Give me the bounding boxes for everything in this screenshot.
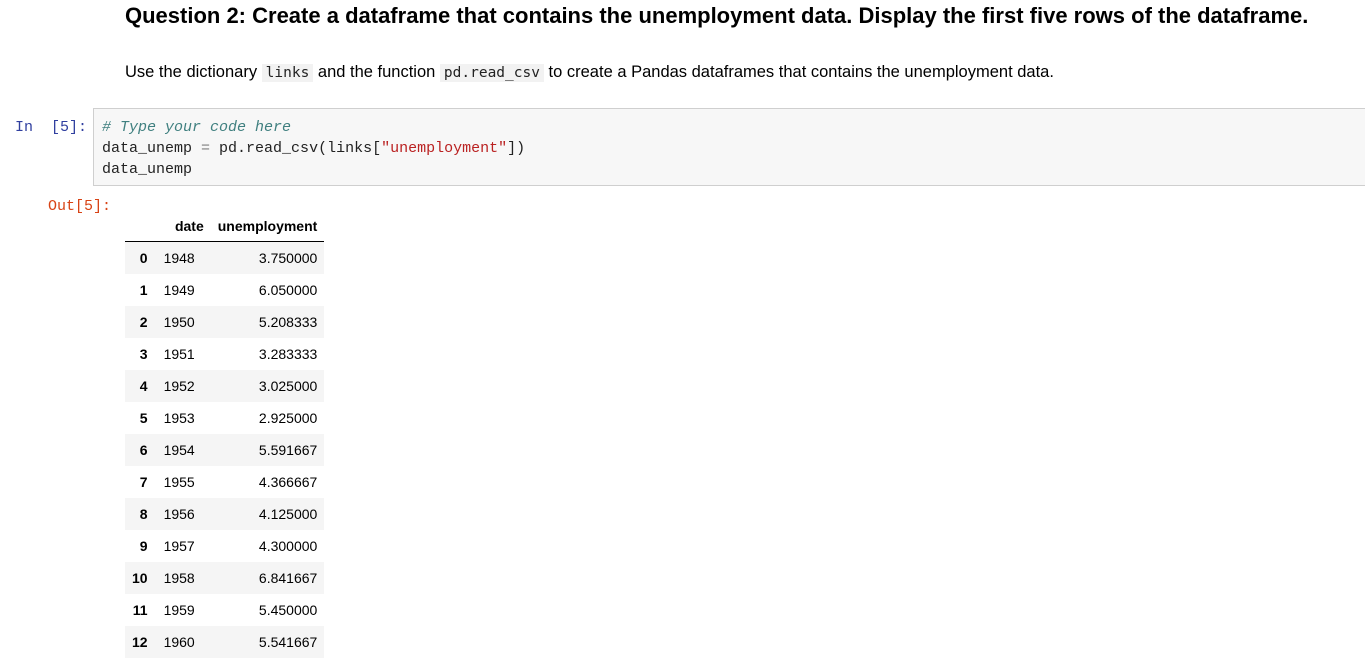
header-unemployment: unemployment — [210, 210, 325, 242]
cell-date: 1952 — [163, 378, 195, 394]
header-index — [125, 210, 156, 242]
code-var: data_unemp — [102, 140, 202, 157]
row-index: 2 — [139, 314, 148, 330]
table-header-row: date unemployment — [125, 210, 325, 242]
cell-date: 1948 — [163, 250, 195, 266]
table-row: 4 1952 3.025000 — [125, 370, 325, 402]
row-index: 9 — [139, 538, 148, 554]
cell-unemployment: 5.450000 — [258, 602, 318, 618]
code-line-3: data_unemp — [102, 161, 193, 178]
row-index: 6 — [139, 442, 148, 458]
cell-unemployment: 4.300000 — [258, 538, 318, 554]
cell-unemployment: 2.925000 — [258, 410, 318, 426]
cell-unemployment: 3.750000 — [258, 250, 318, 266]
cell-date: 1955 — [163, 474, 195, 490]
table-row: 10 1958 6.841667 — [125, 562, 325, 594]
table-row: 0 1948 3.750000 — [125, 241, 325, 274]
cell-unemployment: 3.025000 — [258, 378, 318, 394]
table-row: 8 1956 4.125000 — [125, 498, 325, 530]
row-index: 0 — [139, 250, 148, 266]
cell-unemployment: 5.591667 — [258, 442, 318, 458]
cell-date: 1954 — [163, 442, 195, 458]
notebook-page: Question 2: Create a dataframe that cont… — [0, 0, 1365, 664]
input-prompt: In [5]: — [15, 119, 88, 136]
inline-code-read-csv: pd.read_csv — [439, 64, 544, 82]
cell-date: 1957 — [163, 538, 195, 554]
output-prompt: Out[5]: — [48, 198, 112, 215]
code-operator: = — [201, 140, 211, 157]
cell-unemployment: 5.541667 — [258, 634, 318, 650]
instruction-text-3: to create a Pandas dataframes that conta… — [543, 63, 1054, 81]
cell-date: 1959 — [163, 602, 195, 618]
row-index: 11 — [132, 602, 148, 618]
row-index: 12 — [132, 634, 148, 650]
code-comment: # Type your code here — [102, 119, 292, 136]
cell-date: 1958 — [163, 570, 195, 586]
table-row: 7 1955 4.366667 — [125, 466, 325, 498]
cell-unemployment: 6.841667 — [258, 570, 318, 586]
table-row: 9 1957 4.300000 — [125, 530, 325, 562]
row-index: 8 — [139, 506, 148, 522]
cell-unemployment: 5.208333 — [258, 314, 318, 330]
cell-unemployment: 6.050000 — [258, 282, 318, 298]
cell-date: 1956 — [163, 506, 195, 522]
inline-code-links: links — [261, 64, 314, 82]
code-string: "unemployment" — [381, 140, 508, 157]
instruction-text-1: Use the dictionary — [125, 63, 262, 81]
code-call-end: ]) — [507, 140, 526, 157]
cell-date: 1949 — [163, 282, 195, 298]
row-index: 1 — [139, 282, 148, 298]
table-row: 1 1949 6.050000 — [125, 274, 325, 306]
header-date: date — [155, 210, 211, 242]
cell-unemployment: 4.366667 — [258, 474, 318, 490]
cell-date: 1953 — [163, 410, 195, 426]
code-lines[interactable]: # Type your code here data_unemp = pd.re… — [102, 117, 525, 180]
row-index: 4 — [139, 378, 148, 394]
instruction-paragraph: Use the dictionary links and the functio… — [125, 60, 1054, 85]
table-row: 6 1954 5.591667 — [125, 434, 325, 466]
table-row: 3 1951 3.283333 — [125, 338, 325, 370]
table-row: 5 1953 2.925000 — [125, 402, 325, 434]
cell-date: 1960 — [163, 634, 195, 650]
table-row: 11 1959 5.450000 — [125, 594, 325, 626]
instruction-text-2: and the function — [313, 63, 440, 81]
question-heading: Question 2: Create a dataframe that cont… — [125, 3, 1309, 28]
cell-date: 1950 — [163, 314, 195, 330]
row-index: 3 — [139, 346, 148, 362]
table-row: 2 1950 5.208333 — [125, 306, 325, 338]
dataframe-table: date unemployment 0 1948 3.750000 1 1949 6.0… — [125, 210, 325, 658]
row-index: 10 — [132, 570, 148, 586]
code-cell-editor[interactable]: # Type your code here data_unemp = pd.re… — [93, 108, 1365, 186]
row-index: 7 — [139, 474, 148, 490]
cell-unemployment: 4.125000 — [258, 506, 318, 522]
cell-date: 1951 — [163, 346, 195, 362]
code-call: pd.read_csv(links[ — [210, 140, 382, 157]
row-index: 5 — [139, 410, 148, 426]
table-row: 12 1960 5.541667 — [125, 626, 325, 658]
cell-unemployment: 3.283333 — [258, 346, 318, 362]
